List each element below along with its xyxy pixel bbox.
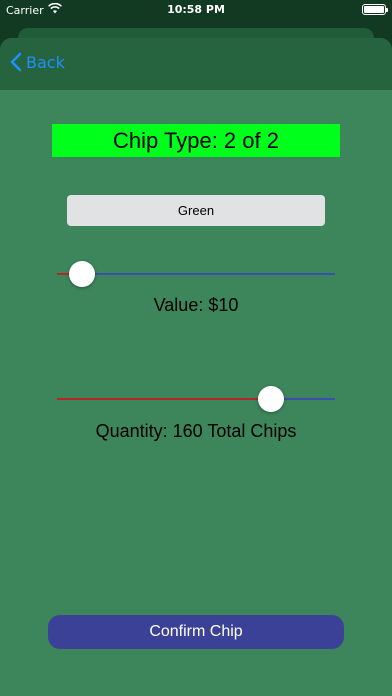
chip-editor-sheet: Back Chip Type: 2 of 2 Green Value: $10 …: [0, 38, 392, 696]
quantity-label: Quantity: 160 Total Chips: [95, 421, 297, 441]
quantity-slider-thumb[interactable]: [258, 386, 284, 412]
value-slider-max-track: [82, 273, 335, 275]
status-bar: Carrier 10:58 PM: [0, 0, 392, 22]
chevron-left-icon: [10, 52, 22, 72]
status-right: [362, 4, 388, 15]
chip-color-field[interactable]: Green: [67, 195, 325, 226]
screen: Carrier 10:58 PM Back Chip Type: 2 of 2 …: [0, 0, 392, 696]
navigation-bar: Back: [0, 38, 392, 90]
chip-type-title: Chip Type: 2 of 2: [52, 124, 340, 157]
status-time: 10:58 PM: [167, 3, 225, 16]
quantity-slider[interactable]: [57, 385, 335, 413]
confirm-chip-button[interactable]: Confirm Chip: [48, 615, 344, 649]
back-label: Back: [26, 52, 65, 72]
quantity-slider-min-track: [57, 398, 271, 400]
value-slider-thumb[interactable]: [69, 261, 95, 287]
battery-icon: [362, 4, 388, 15]
value-label: Value: $10: [153, 295, 239, 315]
value-slider[interactable]: [57, 260, 335, 288]
back-button[interactable]: Back: [10, 52, 65, 72]
battery-level: [364, 6, 384, 13]
